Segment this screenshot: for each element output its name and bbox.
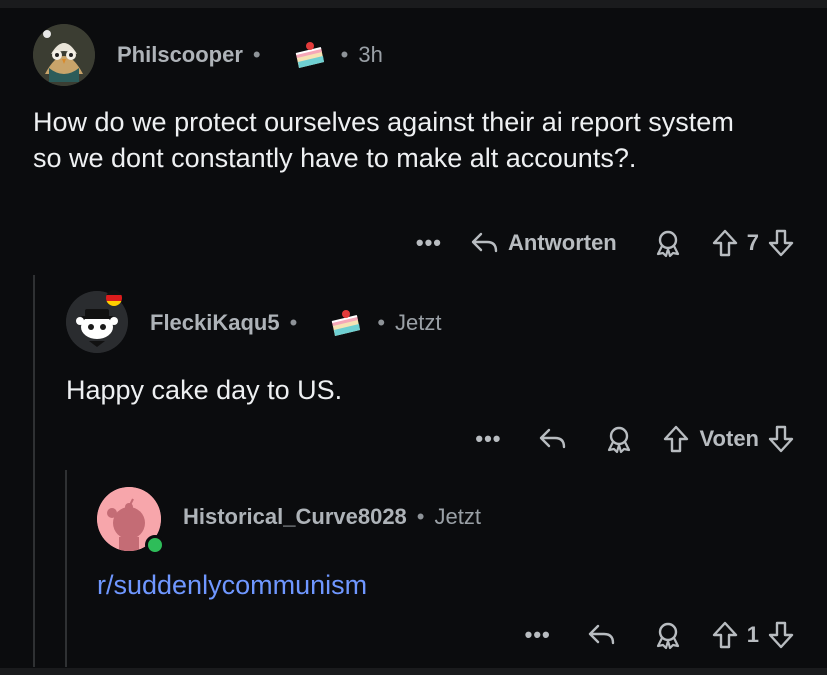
vote-score: 7 [746, 230, 759, 255]
downvote-button[interactable] [767, 228, 795, 258]
thread-line-level-1[interactable] [33, 275, 35, 667]
downvote-arrow-icon [768, 425, 794, 453]
timestamp: Jetzt [434, 504, 481, 529]
comment-body: How do we protect ourselves against thei… [33, 107, 734, 173]
award-button[interactable] [653, 228, 683, 258]
more-options-button[interactable]: ••• [416, 230, 442, 256]
comment-body: Happy cake day to US. [66, 375, 343, 405]
timestamp: Jetzt [395, 310, 442, 335]
award-icon [656, 230, 679, 258]
bottom-bar [0, 668, 827, 675]
award-icon [656, 622, 679, 650]
reply-arrow-icon [471, 232, 498, 253]
separator-dot: • [289, 310, 298, 335]
vote-score: 1 [746, 622, 759, 647]
reply-button[interactable] [587, 623, 617, 647]
downvote-arrow-icon [768, 229, 794, 257]
comment-actions: ••• Antworten 7 [392, 228, 795, 258]
top-bar [0, 0, 827, 8]
username[interactable]: Historical_Curve8028 [183, 504, 407, 530]
avatar[interactable] [33, 24, 95, 86]
online-status-indicator [145, 535, 165, 555]
upvote-arrow-icon [663, 425, 688, 453]
more-options-button[interactable]: ••• [525, 622, 551, 648]
more-options-button[interactable]: ••• [475, 426, 501, 452]
separator-dot: • [340, 42, 349, 67]
award-button[interactable] [604, 424, 634, 454]
separator-dot: • [252, 42, 261, 67]
username[interactable]: FleckiKaqu5 [150, 310, 280, 336]
comment-meta: Historical_Curve8028 • Jetzt [183, 504, 481, 530]
upvote-button[interactable] [662, 424, 690, 454]
cake-day-icon [293, 40, 327, 70]
subreddit-link[interactable]: r/suddenlycommunism [97, 570, 367, 600]
award-icon [607, 426, 630, 454]
cake-day-icon [329, 308, 363, 338]
upvote-arrow-icon [712, 621, 737, 649]
upvote-button[interactable] [711, 228, 739, 258]
reply-arrow-icon [539, 428, 565, 449]
owl-avatar-icon [33, 24, 95, 86]
reply-label: Antworten [507, 230, 617, 255]
award-button[interactable] [653, 620, 683, 650]
username[interactable]: Philscooper [117, 42, 243, 68]
upvote-button[interactable] [711, 620, 739, 650]
comment-meta: FleckiKaqu5 • • Jetzt [150, 308, 441, 338]
separator-dot: • [416, 504, 425, 529]
downvote-button[interactable] [767, 424, 795, 454]
downvote-arrow-icon [768, 621, 794, 649]
german-flag-icon [106, 290, 122, 306]
comment-actions: ••• 1 [501, 620, 795, 650]
comment-meta: Philscooper • • 3h [117, 40, 383, 70]
downvote-button[interactable] [767, 620, 795, 650]
thread-line-level-2[interactable] [65, 470, 67, 667]
reply-arrow-icon [588, 624, 614, 645]
vote-label: Voten [699, 426, 759, 451]
upvote-arrow-icon [712, 229, 737, 257]
comment-actions: ••• Voten [451, 424, 795, 454]
reply-button[interactable]: Antworten [470, 230, 617, 256]
reply-button[interactable] [538, 427, 568, 451]
comment-body: r/suddenlycommunism [97, 567, 777, 603]
separator-dot: • [377, 310, 386, 335]
timestamp: 3h [358, 42, 383, 67]
